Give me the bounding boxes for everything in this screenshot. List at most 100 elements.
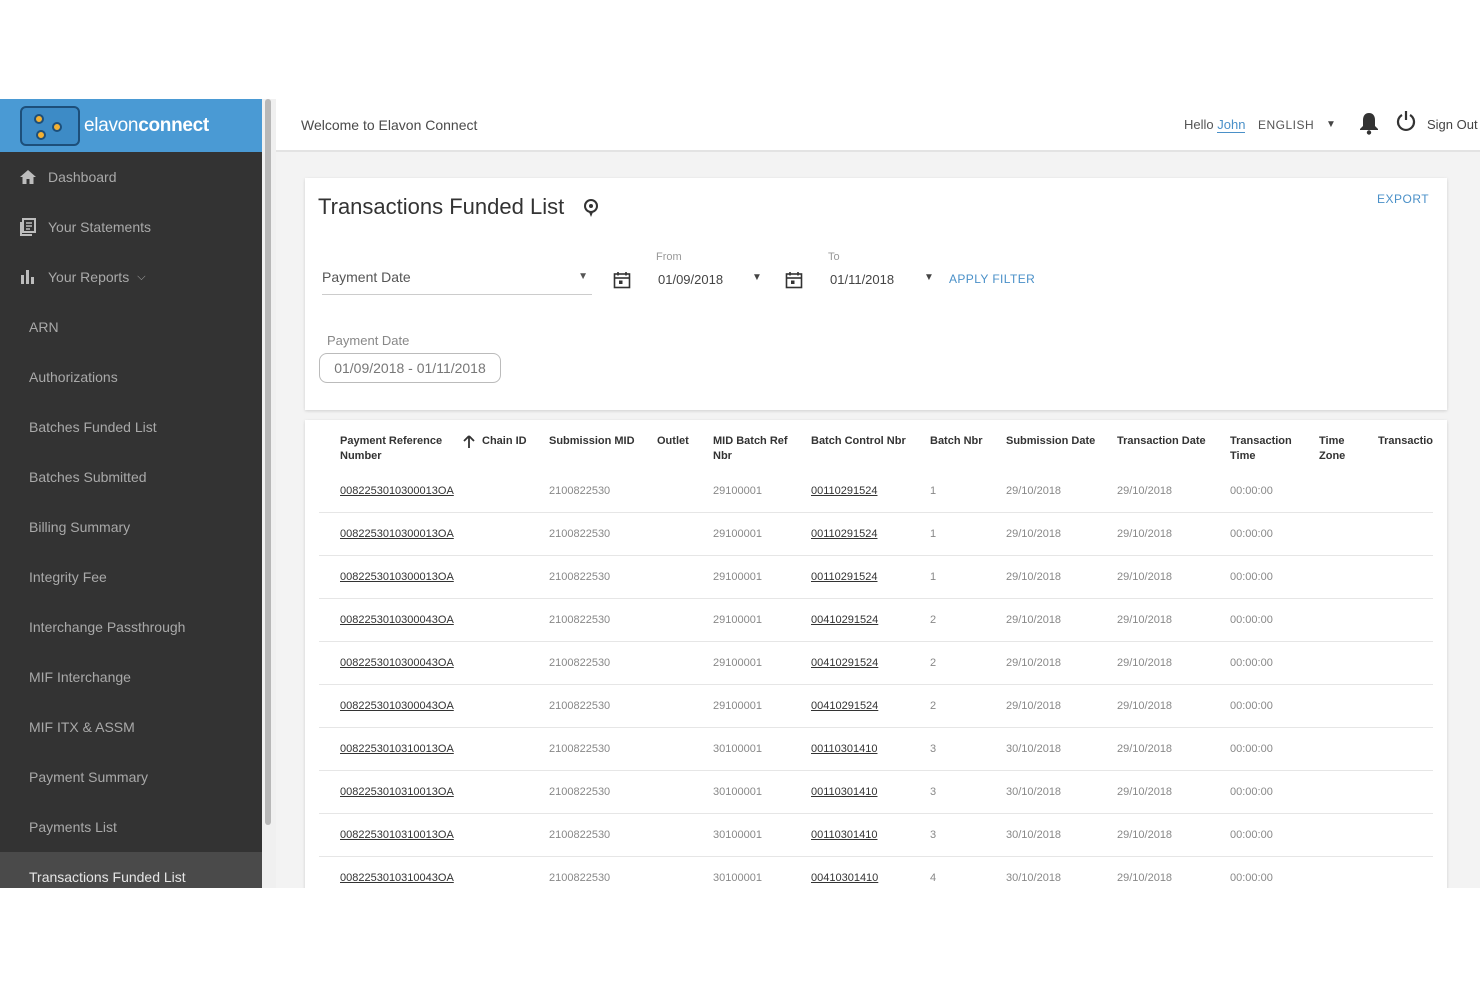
table-cell-link[interactable]: 00110301410 xyxy=(811,743,877,755)
table-cell-link[interactable]: 00110291524 xyxy=(811,528,877,540)
sidebar-item-integrity-fee[interactable]: Integrity Fee xyxy=(0,552,262,602)
sidebar-item-dashboard[interactable]: Dashboard xyxy=(0,152,262,202)
table-row[interactable]: 0082253010300043OA 2100822530 29100001 0041… xyxy=(319,599,1433,642)
to-date-input[interactable]: 01/11/2018 xyxy=(830,272,894,287)
table-cell: 00:00:00 xyxy=(1230,829,1273,841)
sidebar-item-billing-summary[interactable]: Billing Summary xyxy=(0,502,262,552)
table-cell: 4 xyxy=(930,872,937,884)
col-transaction-type[interactable]: Transactio xyxy=(1378,434,1438,449)
sidebar: elavonconnect Dashboard Your Statements … xyxy=(0,99,262,888)
caret-down-icon[interactable]: ▼ xyxy=(752,272,762,283)
transactions-table: Payment Reference Number Chain ID Submis… xyxy=(305,420,1447,888)
table-row[interactable]: 0082253010300013OA 2100822530 29100001 0011… xyxy=(319,556,1433,599)
calendar-icon[interactable] xyxy=(613,271,631,294)
top-bar: Welcome to Elavon Connect Hello John ENG… xyxy=(276,99,1480,152)
bell-icon[interactable] xyxy=(1358,111,1380,140)
table-row[interactable]: 0082253010310013OA 2100822530 30100001 0011… xyxy=(319,814,1433,857)
table-cell: 29100001 xyxy=(713,614,762,626)
table-cell: 29/10/2018 xyxy=(1006,571,1062,583)
table-cell: 2 xyxy=(930,700,937,712)
table-row[interactable]: 0082253010300043OA 2100822530 29100001 0041… xyxy=(319,685,1433,728)
table-cell: 2100822530 xyxy=(549,528,611,540)
table-cell-link[interactable]: 0082253010300013OA xyxy=(340,571,454,583)
caret-down-icon[interactable]: ▼ xyxy=(1326,119,1336,130)
col-batch-nbr[interactable]: Batch Nbr xyxy=(930,434,983,449)
table-cell-link[interactable]: 0082253010300043OA xyxy=(340,614,454,626)
table-cell-link[interactable]: 00410291524 xyxy=(811,657,878,669)
logo-bar[interactable]: elavonconnect xyxy=(0,99,262,152)
sidebar-item-batches-funded-list[interactable]: Batches Funded List xyxy=(0,402,262,452)
table-cell-link[interactable]: 0082253010300043OA xyxy=(340,700,454,712)
language-select[interactable]: ENGLISH xyxy=(1258,118,1314,132)
table-cell: 29/10/2018 xyxy=(1117,743,1173,755)
calendar-icon[interactable] xyxy=(785,271,803,294)
sidebar-item-payment-summary[interactable]: Payment Summary xyxy=(0,752,262,802)
sidebar-item-statements[interactable]: Your Statements xyxy=(0,202,262,252)
table-cell: 00:00:00 xyxy=(1230,528,1273,540)
table-cell: 29/10/2018 xyxy=(1006,485,1062,497)
table-cell-link[interactable]: 0082253010300043OA xyxy=(340,657,454,669)
table-row[interactable]: 0082253010300013OA 2100822530 29100001 0011… xyxy=(319,470,1433,513)
user-name-link[interactable]: John xyxy=(1217,117,1246,133)
from-date-input[interactable]: 01/09/2018 xyxy=(658,272,723,287)
sidebar-item-authorizations[interactable]: Authorizations xyxy=(0,352,262,402)
table-cell-link[interactable]: 0082253010310013OA xyxy=(340,829,454,841)
table-cell: 2100822530 xyxy=(549,786,611,798)
sidebar-item-payments-list[interactable]: Payments List xyxy=(0,802,262,852)
sidebar-item-mif-interchange[interactable]: MIF Interchange xyxy=(0,652,262,702)
table-cell-link[interactable]: 00110301410 xyxy=(811,786,877,798)
to-label: To xyxy=(828,251,840,263)
table-row[interactable]: 0082253010300043OA 2100822530 29100001 0041… xyxy=(319,642,1433,685)
col-transaction-date[interactable]: Transaction Date xyxy=(1117,434,1206,449)
col-submission-mid[interactable]: Submission MID xyxy=(549,434,635,449)
table-cell: 00:00:00 xyxy=(1230,743,1273,755)
col-outlet[interactable]: Outlet xyxy=(657,434,689,449)
table-cell-link[interactable]: 00410301410 xyxy=(811,872,878,884)
table-cell-link[interactable]: 00410291524 xyxy=(811,614,878,626)
info-icon[interactable] xyxy=(583,197,599,224)
table-cell-link[interactable]: 00110291524 xyxy=(811,571,877,583)
table-cell-link[interactable]: 0082253010310043OA xyxy=(340,872,454,884)
table-row[interactable]: 0082253010300013OA 2100822530 29100001 0011… xyxy=(319,513,1433,556)
table-cell-link[interactable]: 00110301410 xyxy=(811,829,877,841)
table-cell-link[interactable]: 0082253010300013OA xyxy=(340,485,454,497)
table-cell: 29/10/2018 xyxy=(1117,872,1173,884)
sidebar-item-reports[interactable]: Your Reports ⌵ xyxy=(0,252,262,302)
app-window: elavonconnect Dashboard Your Statements … xyxy=(0,99,1480,888)
apply-filter-button[interactable]: APPLY FILTER xyxy=(949,272,1035,286)
sidebar-item-mif-itx-assm[interactable]: MIF ITX & ASSM xyxy=(0,702,262,752)
caret-down-icon[interactable]: ▼ xyxy=(924,272,934,283)
col-chain-id[interactable]: Chain ID xyxy=(482,434,527,449)
table-cell-link[interactable]: 0082253010310013OA xyxy=(340,786,454,798)
table-cell: 00:00:00 xyxy=(1230,614,1273,626)
table-cell-link[interactable]: 00110291524 xyxy=(811,485,877,497)
col-time-zone[interactable]: Time Zone xyxy=(1319,434,1354,464)
sidebar-item-transactions-funded-list[interactable]: Transactions Funded List xyxy=(0,852,262,888)
table-row[interactable]: 0082253010310013OA 2100822530 30100001 0011… xyxy=(319,771,1433,814)
col-batch-control-nbr[interactable]: Batch Control Nbr xyxy=(811,434,906,449)
table-cell-link[interactable]: 00410291524 xyxy=(811,700,878,712)
date-range-chip[interactable]: 01/09/2018 - 01/11/2018 xyxy=(319,353,501,383)
sort-arrow-up-icon[interactable] xyxy=(463,435,475,454)
table-row[interactable]: 0082253010310043OA 2100822530 30100001 0041… xyxy=(319,857,1433,888)
col-mid-batch-ref-nbr[interactable]: MID Batch Ref Nbr xyxy=(713,434,798,464)
table-cell: 2100822530 xyxy=(549,614,611,626)
table-cell-link[interactable]: 0082253010310013OA xyxy=(340,743,454,755)
date-type-select[interactable]: Payment Date ▼ xyxy=(322,269,592,295)
table-row[interactable]: 0082253010310013OA 2100822530 30100001 0011… xyxy=(319,728,1433,771)
sidebar-scrollbar[interactable] xyxy=(265,99,271,825)
sidebar-item-batches-submitted[interactable]: Batches Submitted xyxy=(0,452,262,502)
table-cell: 00:00:00 xyxy=(1230,700,1273,712)
col-submission-date[interactable]: Submission Date xyxy=(1006,434,1095,449)
power-icon[interactable] xyxy=(1396,110,1416,137)
col-transaction-time[interactable]: Transaction Time xyxy=(1230,434,1305,464)
sidebar-item-arn[interactable]: ARN xyxy=(0,302,262,352)
col-payment-reference-number[interactable]: Payment Reference Number xyxy=(340,434,455,464)
export-button[interactable]: EXPORT xyxy=(1377,192,1429,206)
sign-out-link[interactable]: Sign Out xyxy=(1427,117,1478,132)
sidebar-item-interchange-passthrough[interactable]: Interchange Passthrough xyxy=(0,602,262,652)
table-header: Payment Reference Number Chain ID Submis… xyxy=(305,420,1447,470)
table-cell-link[interactable]: 0082253010300013OA xyxy=(340,528,454,540)
table-cell: 2100822530 xyxy=(549,872,611,884)
welcome-text: Welcome to Elavon Connect xyxy=(301,116,478,133)
